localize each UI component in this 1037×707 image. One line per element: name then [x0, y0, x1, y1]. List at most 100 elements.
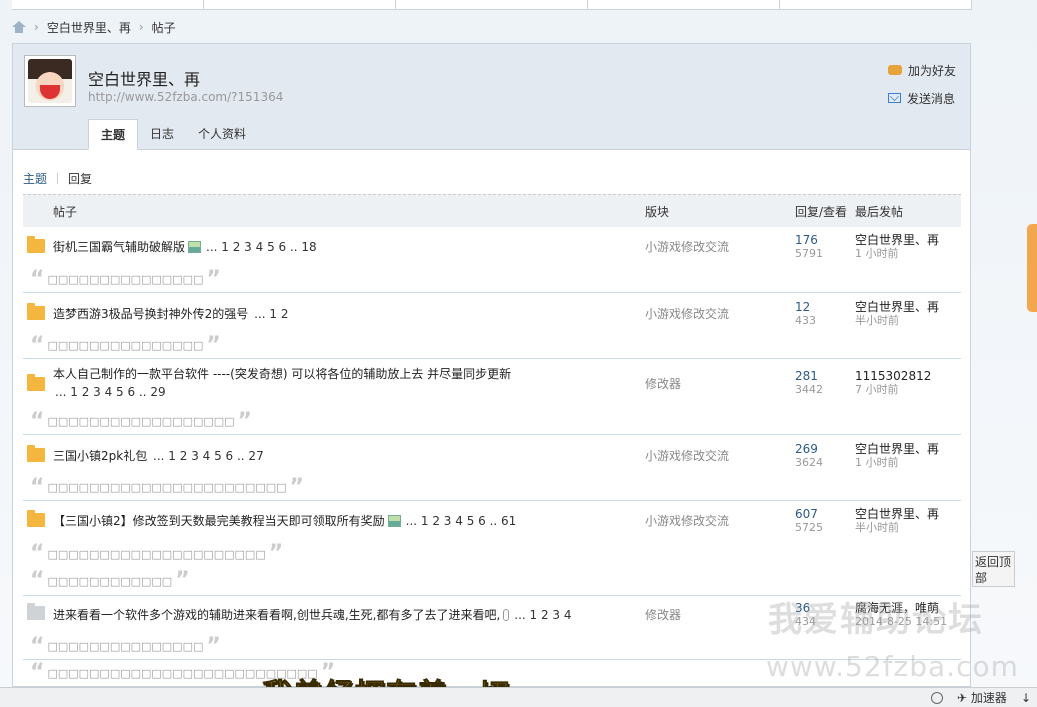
tab-topics[interactable]: 主题	[88, 119, 139, 150]
last-post-time[interactable]: 1 小时前	[855, 456, 961, 469]
forum-link[interactable]: 修改器	[645, 375, 795, 392]
post-quote: “□□□□□□□□□□□□□□□”	[23, 333, 961, 359]
send-message-label: 发送消息	[906, 91, 955, 106]
subtab-divider	[57, 173, 59, 184]
forum-link[interactable]: 小游戏修改交流	[645, 238, 795, 255]
thread-title-cell: 本人自己制作的一款平台软件 ----(突发奇想) 可以将各位的辅助放上去 并尽量…	[23, 365, 645, 401]
last-post-user[interactable]: 空白世界里、再	[855, 508, 961, 521]
open-quote-icon: “	[30, 568, 45, 593]
header-replies-views: 回复/查看	[795, 204, 848, 219]
subtab-topics[interactable]: 主题	[23, 170, 47, 187]
last-post: 1115302812 7 小时前	[855, 370, 961, 397]
home-icon[interactable]	[12, 21, 26, 33]
profile-actions: 加为好友 发送消息	[887, 60, 956, 116]
table-row: 【三国小镇2】修改签到天数最完美教程当天即可领取所有奖励 ... 1 2 3 4 …	[23, 501, 961, 541]
breadcrumb-separator: ›	[138, 20, 144, 34]
accelerator-button[interactable]: ✈ 加速器	[957, 689, 1007, 706]
view-count: 5725	[795, 521, 823, 534]
open-quote-icon: “	[30, 332, 45, 358]
breadcrumb-user[interactable]: 空白世界里、再	[47, 19, 131, 36]
last-post-time[interactable]: 7 小时前	[855, 383, 961, 396]
send-message-button[interactable]: 发送消息	[887, 88, 956, 108]
thread-link[interactable]: 进来看看一个软件多个游戏的辅助进来看看啊,创世兵魂,生死,都有多了去了进来看吧,	[53, 608, 500, 622]
thread-link[interactable]: 造梦西游3极品号换封神外传2的强号	[53, 307, 248, 321]
last-post-time[interactable]: 1 小时前	[855, 247, 961, 260]
last-post-user[interactable]: 空白世界里、再	[855, 443, 961, 456]
table-row: 本人自己制作的一款平台软件 ----(突发奇想) 可以将各位的辅助放上去 并尽量…	[23, 359, 961, 409]
table-header: 帖子 版块 回复/查看 最后发帖	[23, 194, 961, 227]
last-post-user[interactable]: 空白世界里、再	[855, 301, 961, 314]
reply-count[interactable]: 12	[795, 301, 855, 314]
top-nav-cell[interactable]	[780, 0, 972, 9]
close-quote-icon: ”	[206, 332, 221, 358]
open-quote-icon: “	[30, 266, 45, 292]
side-share-tab[interactable]	[1027, 224, 1037, 312]
thread-link[interactable]: 三国小镇2pk礼包	[53, 449, 147, 463]
add-friend-button[interactable]: 加为好友	[887, 60, 956, 80]
page-links[interactable]: ... 1 2 3 4 5 6 .. 18	[206, 240, 317, 254]
quote-text: □□□□□□□□□□□□□□□□□□□□□	[47, 547, 266, 561]
open-quote-icon: “	[30, 633, 45, 659]
top-nav-cell[interactable]	[396, 0, 588, 9]
tab-profile[interactable]: 个人资料	[186, 119, 258, 150]
last-post-user[interactable]: 空白世界里、再	[855, 234, 961, 247]
folder-icon	[27, 236, 45, 253]
view-count: 3442	[795, 383, 823, 396]
reply-count[interactable]: 607	[795, 508, 855, 521]
reply-count[interactable]: 269	[795, 443, 855, 456]
thread-link[interactable]: 本人自己制作的一款平台软件 ----(突发奇想) 可以将各位的辅助放上去 并尽量…	[53, 365, 645, 383]
post-quote: “□□□□□□□□□□□□□□□□□□□□□□□”	[23, 475, 961, 501]
folder-icon	[27, 445, 45, 462]
profile-url[interactable]: http://www.52fzba.com/?151364	[88, 90, 283, 104]
header-title: 帖子	[53, 204, 78, 219]
back-to-top-button[interactable]: 返回顶部	[972, 551, 1015, 587]
folder-icon	[27, 603, 45, 620]
top-nav-cell[interactable]	[204, 0, 396, 9]
page-links[interactable]: ... 1 2 3 4	[514, 608, 571, 622]
quote-text: □□□□□□□□□□□□□□□	[47, 339, 204, 352]
subtab-replies[interactable]: 回复	[68, 170, 92, 187]
page-links[interactable]: ... 1 2	[254, 307, 288, 321]
folder-icon	[27, 510, 45, 527]
post-quote: “□□□□□□□□□□□□□□□”	[23, 267, 961, 293]
refresh-icon[interactable]	[930, 691, 943, 704]
last-post-time[interactable]: 半小时前	[855, 521, 961, 534]
page-links[interactable]: ... 1 2 3 4 5 6 .. 27	[153, 449, 264, 463]
avatar[interactable]	[24, 55, 76, 107]
reply-count[interactable]: 281	[795, 370, 855, 383]
last-post: 空白世界里、再 半小时前	[855, 508, 961, 535]
top-nav-cell[interactable]	[12, 0, 204, 9]
close-quote-icon: ”	[237, 408, 253, 434]
thread-link[interactable]: 街机三国霸气辅助破解版	[53, 240, 185, 254]
replies-views: 281 3442	[795, 370, 855, 397]
profile-header: 空白世界里、再 http://www.52fzba.com/?151364 加为…	[13, 44, 970, 150]
forum-link[interactable]: 小游戏修改交流	[645, 512, 795, 529]
thread-title-cell: 【三国小镇2】修改签到天数最完美教程当天即可领取所有奖励 ... 1 2 3 4 …	[23, 512, 645, 530]
thread-title-cell: 造梦西游3极品号换封神外传2的强号 ... 1 2	[23, 305, 645, 323]
view-count: 433	[795, 314, 816, 327]
quote-text: □□□□□□□□□□□□□□□□□□	[47, 415, 235, 428]
reply-count[interactable]: 176	[795, 234, 855, 247]
close-quote-icon: ”	[206, 633, 221, 659]
last-post-user[interactable]: 1115302812	[855, 370, 961, 383]
tab-blog[interactable]: 日志	[138, 119, 186, 150]
breadcrumb-separator: ›	[34, 20, 39, 34]
download-icon[interactable]: ↓	[1021, 691, 1031, 705]
profile-tabs: 主题 日志 个人资料	[88, 119, 258, 150]
forum-link[interactable]: 小游戏修改交流	[645, 447, 795, 464]
last-post-time[interactable]: 半小时前	[855, 314, 961, 327]
top-nav-cell[interactable]	[588, 0, 780, 9]
page-links[interactable]: ... 1 2 3 4 5 6 .. 61	[406, 514, 517, 528]
thread-title-cell: 街机三国霸气辅助破解版 ... 1 2 3 4 5 6 .. 18	[23, 238, 645, 256]
forum-link[interactable]: 小游戏修改交流	[645, 305, 795, 322]
page-links[interactable]: ... 1 2 3 4 5 6 .. 29	[55, 383, 645, 401]
open-quote-icon: “	[30, 408, 45, 434]
profile-username: 空白世界里、再	[88, 70, 201, 89]
close-quote-icon: ”	[289, 474, 304, 500]
view-count: 3624	[795, 456, 823, 469]
paperclip-icon	[503, 609, 510, 621]
watermark-url: www.52fzba.com	[766, 650, 1019, 683]
thread-link[interactable]: 【三国小镇2】修改签到天数最完美教程当天即可领取所有奖励	[53, 514, 385, 528]
open-quote-icon: “	[30, 541, 45, 566]
close-quote-icon: ”	[175, 568, 190, 593]
